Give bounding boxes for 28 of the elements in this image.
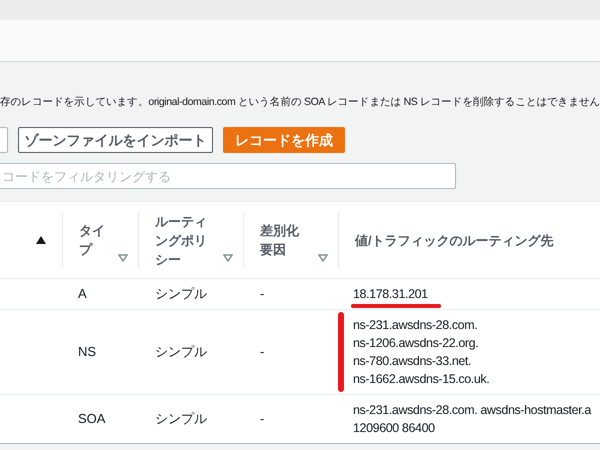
import-zone-file-button[interactable]: ゾーンファイルをインポート: [18, 127, 213, 153]
table-cell: A: [78, 286, 87, 302]
filter-sort-icon[interactable]: [223, 254, 233, 262]
table-cell: シンプル: [155, 411, 207, 426]
table-cell: シンプル: [155, 344, 207, 360]
table-cell-text: ns-1206.awsdns-22.org.: [353, 335, 478, 352]
column-header: 差別化要因: [260, 222, 300, 259]
table-cell: -: [260, 286, 264, 302]
table-cell-text: 1209600 86400: [353, 420, 435, 437]
table-cell-text: ns-1662.awsdns-15.co.uk.: [353, 371, 490, 388]
table-cell: シンプル: [155, 286, 207, 302]
button-edge[interactable]: [0, 127, 8, 153]
table-cell: SOA: [78, 411, 106, 426]
column-header: タイプ: [79, 222, 106, 259]
column-header: 値/トラフィックのルーティング先: [355, 232, 555, 250]
column-header: ルーティングポリシー: [155, 212, 208, 268]
table-cell: -: [260, 411, 264, 426]
sort-ascending-icon[interactable]: [36, 236, 46, 244]
table-cell-text: ns-780.awsdns-33.net.: [353, 353, 472, 370]
filter-sort-icon[interactable]: [318, 254, 328, 262]
filter-input-field[interactable]: コードをフィルタリングする: [0, 163, 456, 189]
table-cell: -: [260, 344, 264, 360]
filter-sort-icon[interactable]: [118, 254, 128, 262]
table-cell: NS: [78, 344, 96, 360]
description-text: 存のレコードを示しています。original-domain.com という名前の SOA レコードまたは NS レコードを削除することはできません: [0, 95, 600, 110]
table-cell-text: 18.178.31.201: [353, 286, 428, 303]
table-cell-text: ns-231.awsdns-28.com.: [353, 317, 478, 334]
table-cell-text: ns-231.awsdns-28.com. awsdns-hostmaster.a: [353, 402, 591, 419]
